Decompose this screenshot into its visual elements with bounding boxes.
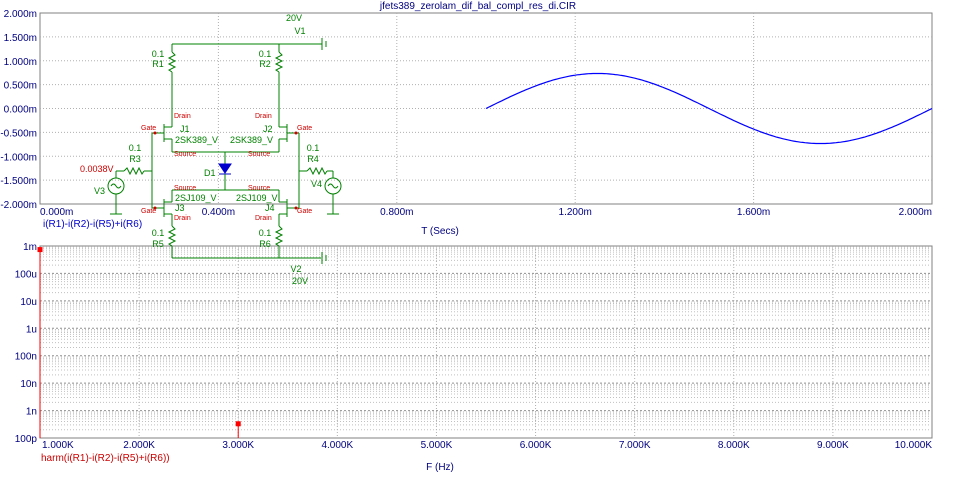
v1-name: V1 <box>294 26 305 36</box>
transient-y-tick-label: 0.500m <box>4 81 37 92</box>
r3-resistor-body <box>123 166 145 176</box>
schematic-labels: 20V V1 V2 20V 0.1 R1 0.1 R2 0.1 R3 0.1 R… <box>80 13 322 286</box>
transient-y-tick-label: -1.500m <box>0 176 37 187</box>
d1-diode-body <box>218 163 232 174</box>
j1-source-label: Source <box>174 151 196 158</box>
harmonic-y-tick-label: 100n <box>15 352 37 363</box>
r5-resistor-body <box>167 225 177 247</box>
j3-source-label: Source <box>174 185 196 192</box>
transient-x-tick-label: 1.200m <box>559 207 592 218</box>
harmonic-y-tick-label: 10u <box>20 297 37 308</box>
v2-value: 20V <box>292 276 308 286</box>
v4-name: V4 <box>311 179 322 189</box>
j2-name: J2 <box>263 124 273 134</box>
transient-y-tick-label: 0.000m <box>4 105 37 116</box>
transient-x-tick-label: 0.800m <box>380 207 413 218</box>
r4-name: R4 <box>307 154 319 164</box>
r4-resistor-body <box>306 166 328 176</box>
window-title: jfets389_zerolam_dif_bal_compl_res_di.CI… <box>379 1 576 12</box>
j2-model: 2SK389_V <box>230 135 273 145</box>
j1-name: J1 <box>180 124 190 134</box>
transient-y-tick-label: 1.000m <box>4 57 37 68</box>
harmonic-x-tick-label: 3.000K <box>222 440 254 451</box>
j4-model: 2SJ109_V <box>236 193 278 203</box>
r1-value: 0.1 <box>152 49 165 59</box>
v3-sine-glyph <box>110 183 122 189</box>
j1-drain-label: Drain <box>174 113 191 120</box>
r5-value: 0.1 <box>152 228 165 238</box>
harmonic-x-tick-label: 9.000K <box>817 440 849 451</box>
harmonic-x-tick-label: 1.000K <box>42 440 74 451</box>
j4-drain-label: Drain <box>255 215 272 222</box>
j1-model: 2SK389_V <box>175 135 218 145</box>
harmonic-x-tick-label: 6.000K <box>520 440 552 451</box>
transient-x-tick-label: 2.000m <box>899 207 932 218</box>
harmonic-x-ticks: 1.000K 2.000K 3.000K 4.000K 5.000K 6.000K 7.00… <box>42 440 932 451</box>
harmonic-grid <box>40 246 932 438</box>
r5-name: R5 <box>152 239 164 249</box>
harmonic-marker <box>235 421 241 427</box>
transient-x-tick-label: 1.600m <box>737 207 770 218</box>
harmonic-x-tick-label: 5.000K <box>421 440 453 451</box>
v2-name: V2 <box>290 264 301 274</box>
transient-trace-label: i(R1)-i(R2)-i(R5)+i(R6) <box>43 219 142 230</box>
harmonic-trace-label: harm(i(R1)-i(R2)-i(R5)+i(R6)) <box>41 453 170 464</box>
transient-x-axis-label: T (Secs) <box>421 226 459 237</box>
harmonic-x-tick-label: 7.000K <box>619 440 651 451</box>
transient-y-ticks: 2.000m 1.500m 1.000m 0.500m 0.000m -0.500m -1.… <box>0 9 37 211</box>
d1-name: D1 <box>204 168 216 178</box>
v4-sine-glyph <box>327 183 339 189</box>
j3-drain-label: Drain <box>174 215 191 222</box>
harmonic-y-tick-label: 1m <box>23 242 37 253</box>
v3-value: 0.0038V <box>80 164 114 174</box>
r3-value: 0.1 <box>129 143 142 153</box>
harmonic-y-ticks: 1m 100u 10u 1u 100n 10n 1n 100p <box>15 242 38 445</box>
harmonic-x-tick-label: 2.000K <box>123 440 155 451</box>
harmonic-plot: 1m 100u 10u 1u 100n 10n 1n 100p 1.000K 2.000K 3.0… <box>15 242 933 473</box>
j2-gate-label: Gate <box>297 125 312 132</box>
r4-value: 0.1 <box>307 143 320 153</box>
r3-name: R3 <box>129 154 141 164</box>
j4-gate-label: Gate <box>297 208 312 215</box>
j2-drain-label: Drain <box>255 113 272 120</box>
harmonic-x-tick-label: 10.000K <box>895 440 933 451</box>
harmonic-y-tick-label: 1u <box>26 324 37 335</box>
r2-name: R2 <box>259 59 271 69</box>
v3-name: V3 <box>94 186 105 196</box>
j2-source-label: Source <box>248 151 270 158</box>
transient-y-tick-label: -2.000m <box>0 200 37 211</box>
v1-value: 20V <box>286 13 302 23</box>
transient-y-tick-label: 2.000m <box>4 9 37 20</box>
transient-y-tick-label: 1.500m <box>4 33 37 44</box>
harmonic-y-tick-label: 100u <box>15 269 37 280</box>
transient-y-tick-label: -0.500m <box>0 128 37 139</box>
harmonic-x-axis-label: F (Hz) <box>426 462 454 473</box>
harmonic-plot-frame <box>39 245 933 439</box>
transient-y-tick-label: -1.000m <box>0 152 37 163</box>
r1-name: R1 <box>152 59 164 69</box>
r6-value: 0.1 <box>259 228 272 238</box>
r1-resistor-body <box>167 51 177 73</box>
j1-gate-label: Gate <box>141 125 156 132</box>
r2-resistor-body <box>274 51 284 73</box>
r6-name: R6 <box>259 239 271 249</box>
harmonic-x-tick-label: 8.000K <box>718 440 750 451</box>
j3-name: J3 <box>175 203 185 213</box>
j4-source-label: Source <box>248 185 270 192</box>
harmonic-marker <box>37 247 43 253</box>
simulation-window: jfets389_zerolam_dif_bal_compl_res_di.CI… <box>0 1 933 473</box>
harmonic-y-tick-label: 100p <box>15 434 38 445</box>
j3-model: 2SJ109_V <box>175 193 217 203</box>
j3-gate-label: Gate <box>141 208 156 215</box>
j4-name: J4 <box>265 203 275 213</box>
harmonic-y-tick-label: 10n <box>20 379 37 390</box>
r6-resistor-body <box>274 225 284 247</box>
transient-plot: 2.000m 1.500m 1.000m 0.500m 0.000m -0.500m -1.… <box>0 9 933 237</box>
harmonic-y-tick-label: 1n <box>26 407 37 418</box>
transient-x-tick-label: 0.000m <box>40 207 73 218</box>
transient-x-tick-label: 0.400m <box>202 207 235 218</box>
harmonic-x-tick-label: 4.000K <box>321 440 353 451</box>
r2-value: 0.1 <box>259 49 272 59</box>
